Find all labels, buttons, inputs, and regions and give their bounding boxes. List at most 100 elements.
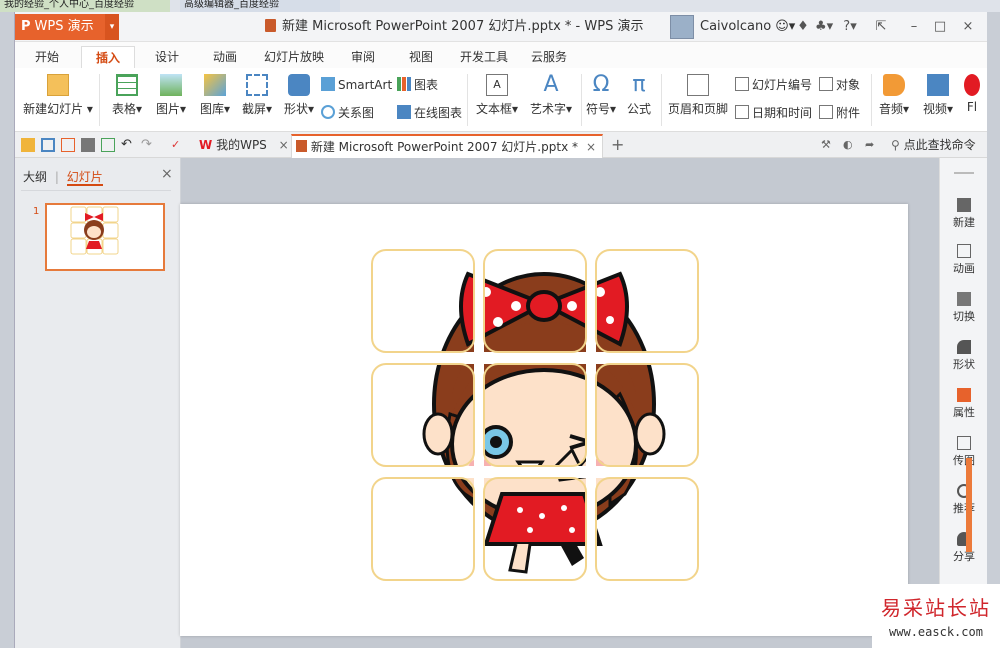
online-chart-button[interactable]: 在线图表 [397, 105, 462, 121]
table-icon [116, 74, 138, 96]
sidebar-item-shape[interactable]: 形状 [940, 340, 988, 372]
shape-icon [957, 340, 971, 354]
undo-icon[interactable]: ↶ [121, 138, 135, 152]
online-chart-label: 在线图表 [414, 106, 463, 120]
user-account[interactable]: Caivolcano ☺▾ [670, 12, 795, 42]
bookmark-icon[interactable]: ◐ [843, 138, 857, 152]
formula-button[interactable]: π 公式 [623, 74, 655, 117]
wps-menu-button[interactable]: P WPS 演示 ▾ [15, 14, 119, 40]
speaker-icon [883, 74, 905, 96]
sidebar-item-animation[interactable]: 动画 [940, 244, 988, 276]
open-icon[interactable] [21, 138, 35, 152]
tab-animation[interactable]: 动画 [207, 46, 243, 68]
redo-icon[interactable]: ↷ [141, 138, 155, 152]
slide-panel: 大纲 | 幻灯片 × 1 [15, 158, 181, 648]
screenshot-label: 截屏 [241, 102, 266, 116]
relation-label: 关系图 [338, 106, 375, 120]
tab-slideshow[interactable]: 幻灯片放映 [261, 46, 327, 68]
wordart-label: 艺术字 [529, 102, 566, 116]
chevron-down-icon[interactable]: ▾ [105, 14, 119, 40]
gift-icon[interactable]: ♦ [795, 12, 811, 42]
tab-review[interactable]: 审阅 [345, 46, 381, 68]
doc-tab-my-wps[interactable]: W 我的WPS × [195, 134, 289, 158]
flash-button[interactable]: Fl [961, 74, 983, 114]
textbox-button[interactable]: A 文本框▾ [471, 74, 523, 117]
doc-tab-current[interactable]: 新建 Microsoft PowerPoint 2007 幻灯片.pptx * … [291, 134, 603, 158]
right-task-sidebar: 新建 动画 切换 形状 属性 传图 推荐 分享 [939, 158, 987, 648]
format-painter-icon[interactable]: ✓ [171, 138, 185, 152]
tab-insert[interactable]: 插入 [81, 46, 135, 68]
upload-image-icon [957, 436, 971, 450]
audio-button[interactable]: 音频▾ [875, 74, 913, 117]
gallery-button[interactable]: 图库▾ [195, 74, 235, 117]
print-preview-icon[interactable] [101, 138, 115, 152]
object-icon [819, 77, 833, 91]
tab-developer[interactable]: 开发工具 [457, 46, 511, 68]
window-title-text: 新建 Microsoft PowerPoint 2007 幻灯片.pptx * … [282, 19, 644, 34]
help-icon[interactable]: ?▾ [839, 12, 861, 42]
close-button[interactable]: × [957, 12, 979, 42]
video-button[interactable]: 视频▾ [917, 74, 959, 117]
datetime-label: 日期和时间 [752, 106, 813, 120]
doc-icon [265, 19, 276, 32]
maximize-button[interactable]: □ [929, 12, 951, 42]
relation-button[interactable]: 关系图 [321, 105, 374, 121]
symbol-button[interactable]: Ω 符号▾ [583, 74, 619, 117]
slide-thumbnail[interactable] [45, 203, 165, 271]
tab-cloud[interactable]: 云服务 [527, 46, 571, 68]
sidebar-item-properties[interactable]: 属性 [940, 388, 988, 420]
slide-number-button[interactable]: 幻灯片编号 [735, 77, 812, 93]
search-icon: ⚲ [891, 138, 900, 152]
slide[interactable] [180, 204, 908, 636]
new-slide-button[interactable]: 新建幻灯片 ▾ [21, 74, 95, 117]
new-tab-button[interactable]: + [607, 134, 627, 158]
search-command[interactable]: ⚲ 点此查找命令 [891, 132, 976, 158]
object-button[interactable]: 对象 [819, 77, 860, 93]
window-title: 新建 Microsoft PowerPoint 2007 幻灯片.pptx * … [265, 12, 685, 42]
outer-tab-1-label: 我的经验_个人中心_百度经验 [4, 0, 134, 10]
share-icon[interactable]: ➦ [865, 138, 879, 152]
chart-button[interactable]: 图表 [397, 77, 438, 93]
screenshot-button[interactable]: 截屏▾ [237, 74, 277, 117]
outer-tab-1[interactable]: 我的经验_个人中心_百度经验 [0, 0, 170, 12]
tools-icon[interactable]: ⚒ [821, 138, 835, 152]
tab-slides[interactable]: 幻灯片 [66, 170, 103, 186]
shape-icon [288, 74, 310, 96]
sidebar-item-share[interactable]: 分享 [940, 532, 988, 564]
scissors-icon [246, 74, 268, 96]
panel-close-icon[interactable]: × [161, 166, 173, 182]
tab-design[interactable]: 设计 [149, 46, 185, 68]
header-footer-button[interactable]: 页眉和页脚 [667, 74, 729, 117]
tab-view[interactable]: 视图 [403, 46, 439, 68]
smartart-button[interactable]: SmartArt [321, 77, 392, 93]
document-tab-bar: ↶ ↷ ✓ W 我的WPS × 新建 Microsoft PowerPoint … [15, 132, 987, 158]
close-icon[interactable]: × [279, 138, 289, 152]
tab-outline[interactable]: 大纲 [23, 170, 47, 184]
sidebar-item-recommend[interactable]: 推荐 [940, 484, 988, 516]
export-pdf-icon[interactable] [61, 138, 75, 152]
picture-button[interactable]: 图片▾ [151, 74, 191, 117]
table-button[interactable]: 表格▾ [107, 74, 147, 117]
sidebar-handle [954, 172, 974, 174]
wordart-button[interactable]: A 艺术字▾ [525, 74, 577, 117]
sidebar-item-upload-image[interactable]: 传图 [940, 436, 988, 468]
user-level-icon: ☺▾ [775, 19, 796, 34]
sidebar-item-transition[interactable]: 切换 [940, 292, 988, 324]
close-icon[interactable]: × [586, 136, 596, 158]
outer-tab-2-label: 高级编辑器_百度经验 [184, 0, 279, 10]
outer-tab-2[interactable]: 高级编辑器_百度经验 [180, 0, 340, 12]
fullscreen-icon[interactable]: ⇱ [871, 12, 891, 42]
datetime-button[interactable]: 日期和时间 [735, 105, 812, 121]
transition-icon [957, 292, 971, 306]
sidebar-collapse-handle[interactable] [966, 458, 972, 552]
save-icon[interactable] [41, 138, 55, 152]
smartart-label: SmartArt [338, 78, 393, 92]
tab-home[interactable]: 开始 [29, 46, 65, 68]
shape-button[interactable]: 形状▾ [279, 74, 319, 117]
attachment-button[interactable]: 附件 [819, 105, 860, 121]
sidebar-item-new[interactable]: 新建 [940, 198, 988, 230]
skin-icon[interactable]: ♣▾ [815, 12, 833, 42]
wps-logo-icon: P [21, 19, 31, 34]
print-icon[interactable] [81, 138, 95, 152]
minimize-button[interactable]: – [903, 12, 925, 42]
